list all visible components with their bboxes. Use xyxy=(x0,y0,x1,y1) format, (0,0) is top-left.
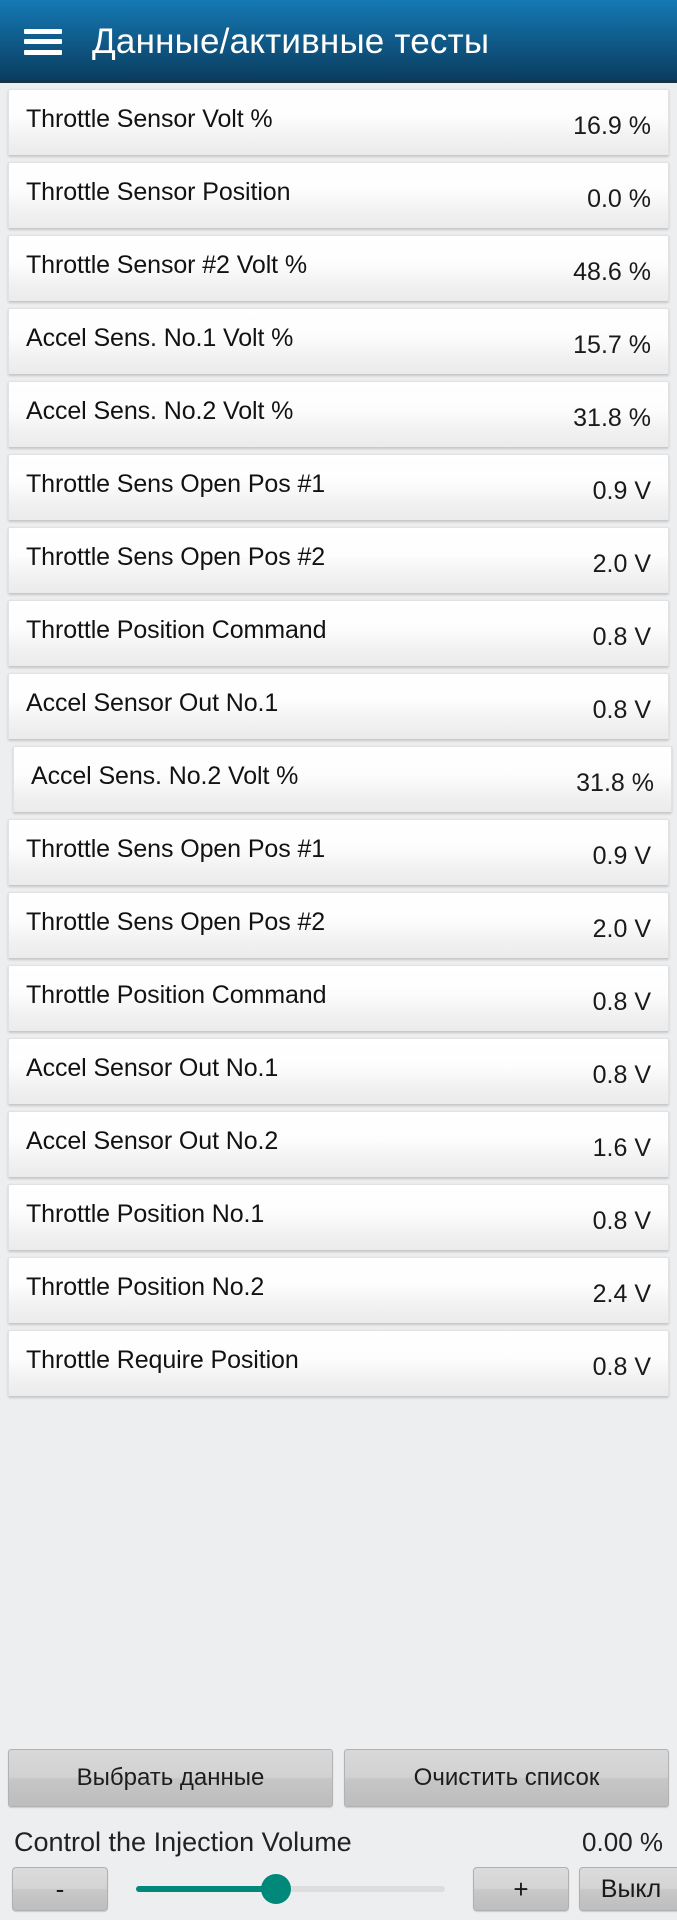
data-row[interactable]: Throttle Sens Open Pos #2 2.0 V xyxy=(8,527,669,594)
data-row-value: 2.0 V xyxy=(592,915,651,943)
data-row-value: 16.9 % xyxy=(573,112,651,140)
data-row-label: Throttle Sens Open Pos #2 xyxy=(26,908,326,936)
data-list[interactable]: Throttle Sensor Volt % 16.9 % Throttle S… xyxy=(0,83,677,1746)
data-row[interactable]: Throttle Position No.1 0.8 V xyxy=(8,1184,669,1251)
injection-slider-bar: - + Выкл xyxy=(0,1858,677,1920)
page-title: Данные/активные тесты xyxy=(92,21,490,61)
data-row[interactable]: Accel Sensor Out No.1 0.8 V xyxy=(8,1038,669,1105)
data-row-label: Throttle Sensor Volt % xyxy=(26,105,273,133)
data-row[interactable]: Accel Sens. No.2 Volt % 31.8 % xyxy=(13,746,672,813)
data-row[interactable]: Throttle Sensor Volt % 16.9 % xyxy=(8,89,669,156)
data-row[interactable]: Accel Sens. No.1 Volt % 15.7 % xyxy=(8,308,669,375)
increment-button[interactable]: + xyxy=(473,1867,569,1911)
data-row-value: 31.8 % xyxy=(573,404,651,432)
data-row-value: 0.8 V xyxy=(592,1207,651,1235)
data-row-value: 0.8 V xyxy=(592,696,651,724)
data-row-value: 0.9 V xyxy=(592,477,651,505)
injection-control-header: Control the Injection Volume 0.00 % xyxy=(0,1807,677,1858)
data-row[interactable]: Accel Sensor Out No.1 0.8 V xyxy=(8,673,669,740)
data-row-value: 31.8 % xyxy=(576,769,654,797)
data-row-label: Throttle Sens Open Pos #1 xyxy=(26,470,326,498)
data-row-label: Throttle Sensor Position xyxy=(26,178,291,206)
slider-thumb[interactable] xyxy=(260,1874,291,1904)
injection-control-value: 0.00 % xyxy=(582,1827,663,1857)
slider-tail-buttons: + Выкл xyxy=(473,1867,677,1911)
data-row-value: 2.4 V xyxy=(592,1280,651,1308)
data-row[interactable]: Throttle Sensor Position 0.0 % xyxy=(8,162,669,229)
hamburger-menu-icon[interactable] xyxy=(22,25,64,59)
data-row[interactable]: Throttle Sens Open Pos #1 0.9 V xyxy=(8,454,669,521)
data-row-value: 48.6 % xyxy=(573,258,651,286)
data-row[interactable]: Throttle Sensor #2 Volt % 48.6 % xyxy=(8,235,669,302)
data-row-label: Throttle Require Position xyxy=(26,1346,299,1374)
data-row-value: 1.6 V xyxy=(592,1134,651,1162)
data-row-value: 15.7 % xyxy=(573,331,651,359)
hamburger-bar-1 xyxy=(24,28,62,34)
data-row-label: Accel Sens. No.2 Volt % xyxy=(31,762,299,790)
clear-list-button[interactable]: Очистить список xyxy=(344,1749,669,1807)
decrement-button[interactable]: - xyxy=(12,1867,108,1911)
data-row[interactable]: Throttle Sens Open Pos #2 2.0 V xyxy=(8,892,669,959)
data-row-value: 0.8 V xyxy=(592,988,651,1016)
data-row[interactable]: Throttle Position Command 0.8 V xyxy=(8,965,669,1032)
data-row[interactable]: Throttle Sens Open Pos #1 0.9 V xyxy=(8,819,669,886)
data-row-label: Accel Sensor Out No.1 xyxy=(26,689,279,717)
data-row-label: Accel Sens. No.2 Volt % xyxy=(26,397,294,425)
data-row-value: 0.8 V xyxy=(592,1353,651,1381)
hamburger-bar-3 xyxy=(24,49,62,55)
data-row-label: Throttle Position No.2 xyxy=(26,1273,265,1301)
data-row-label: Throttle Position Command xyxy=(26,981,327,1009)
app-header: Данные/активные тесты xyxy=(0,0,677,83)
data-row-label: Throttle Position Command xyxy=(26,616,327,644)
data-row-value: 0.8 V xyxy=(592,1061,651,1089)
slider-fill xyxy=(136,1886,276,1892)
data-row-label: Throttle Sens Open Pos #1 xyxy=(26,835,326,863)
data-row-value: 2.0 V xyxy=(592,550,651,578)
data-row-label: Throttle Sensor #2 Volt % xyxy=(26,251,307,279)
select-data-button[interactable]: Выбрать данные xyxy=(8,1749,333,1807)
data-row-value: 0.9 V xyxy=(592,842,651,870)
action-buttons: Выбрать данные Очистить список xyxy=(0,1746,677,1807)
injection-control-label: Control the Injection Volume xyxy=(14,1827,352,1857)
app-screen: Данные/активные тесты Throttle Sensor Vo… xyxy=(0,0,677,1920)
data-row-label: Accel Sens. No.1 Volt % xyxy=(26,324,294,352)
data-row[interactable]: Throttle Position Command 0.8 V xyxy=(8,600,669,667)
data-row[interactable]: Throttle Require Position 0.8 V xyxy=(8,1330,669,1397)
data-row-value: 0.8 V xyxy=(592,623,651,651)
data-row[interactable]: Accel Sens. No.2 Volt % 31.8 % xyxy=(8,381,669,448)
data-row-label: Accel Sensor Out No.1 xyxy=(26,1054,279,1082)
data-row-value: 0.0 % xyxy=(587,185,651,213)
hamburger-bar-2 xyxy=(24,39,62,44)
data-row-label: Throttle Position No.1 xyxy=(26,1200,265,1228)
data-row-label: Throttle Sens Open Pos #2 xyxy=(26,543,326,571)
off-button[interactable]: Выкл xyxy=(579,1867,677,1911)
data-row[interactable]: Accel Sensor Out No.2 1.6 V xyxy=(8,1111,669,1178)
injection-slider[interactable] xyxy=(124,1867,457,1911)
data-row-label: Accel Sensor Out No.2 xyxy=(26,1127,279,1155)
data-row[interactable]: Throttle Position No.2 2.4 V xyxy=(8,1257,669,1324)
